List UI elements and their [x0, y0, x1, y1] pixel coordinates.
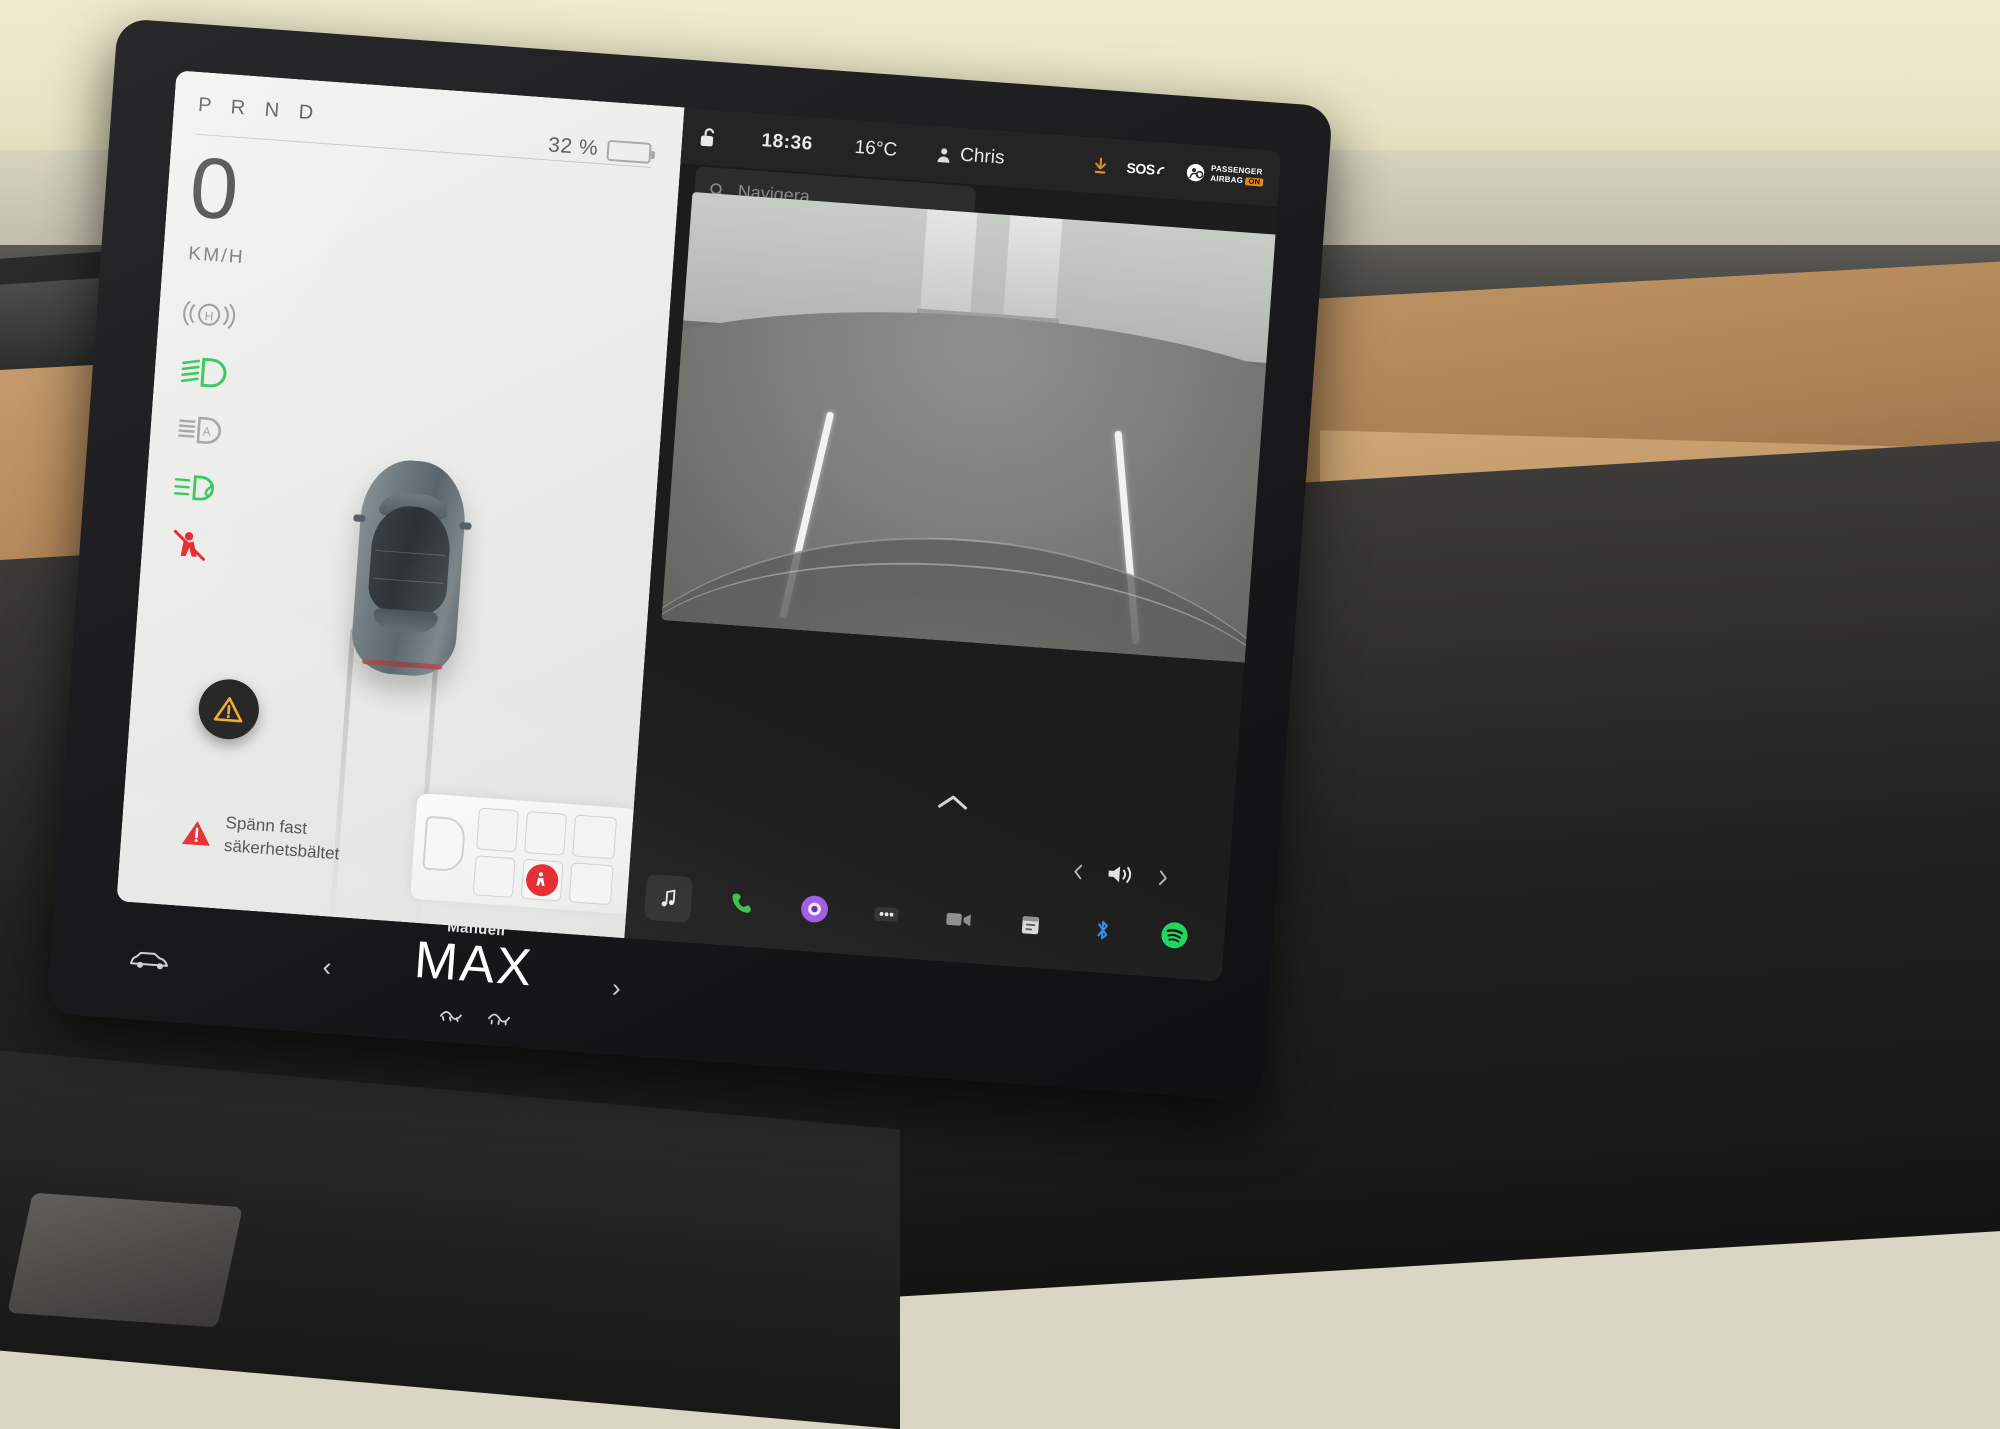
front-camera-view[interactable] — [662, 192, 1282, 664]
speed-unit-label: KM/H — [188, 243, 246, 269]
front-defrost-button[interactable] — [437, 1004, 464, 1024]
airbag-status-badge: ON — [1245, 177, 1263, 186]
volume-speaker-button[interactable] — [1105, 861, 1137, 887]
chevron-left-icon — [1072, 862, 1084, 880]
dock-item-camera-app[interactable] — [792, 887, 837, 932]
passenger-airbag-indicator: PASSENGER AIRBAG ON — [1185, 162, 1264, 188]
rear-defrost-icon — [485, 1007, 512, 1027]
driver-cluster-panel[interactable]: P R N D 32 % 0 KM/H H — [116, 70, 684, 938]
lane-line-left — [329, 628, 356, 927]
rear-defrost-button[interactable] — [485, 1007, 512, 1027]
car-controls-button[interactable] — [128, 947, 176, 972]
music-note-icon — [659, 888, 678, 909]
seat-rear-right[interactable] — [572, 815, 617, 860]
car-taillight — [362, 659, 442, 670]
calendar-icon — [1020, 913, 1042, 936]
chevron-right-icon — [1157, 869, 1169, 887]
dashcam-icon — [944, 908, 974, 932]
main-ui-panel[interactable]: 18:36 16°C Chris — [624, 107, 1281, 981]
steering-wheel-icon — [422, 816, 466, 873]
sos-waves-icon — [1155, 164, 1168, 177]
camera-lens-icon — [798, 893, 830, 925]
seatbelt-warning: Spänn fast säkerhetsbältet — [180, 809, 342, 865]
seat-front-left[interactable] — [476, 808, 519, 853]
car-mirror-left — [353, 514, 366, 522]
dock-item-media-player[interactable] — [644, 874, 693, 923]
dock-item-phone[interactable] — [720, 881, 765, 926]
dock-item-spotify[interactable] — [1152, 913, 1197, 958]
seat-front-right[interactable] — [524, 811, 567, 856]
dock-item-dashcam[interactable] — [936, 897, 981, 942]
volume-prev-button[interactable] — [1072, 862, 1084, 880]
software-download-icon[interactable] — [1092, 156, 1109, 175]
battery-percent-label: 32 % — [547, 133, 599, 161]
person-icon — [934, 145, 952, 163]
alert-indicator-button[interactable] — [197, 677, 261, 741]
warning-triangle-icon — [181, 817, 213, 847]
volume-next-button[interactable] — [1157, 869, 1169, 887]
infotainment-tablet: P R N D 32 % 0 KM/H H — [46, 18, 1333, 1102]
phone-icon — [729, 890, 757, 918]
seat-rear-left-a[interactable] — [473, 855, 516, 898]
low-beam-icon — [176, 353, 234, 391]
infotainment-screen[interactable]: P R N D 32 % 0 KM/H H — [116, 70, 1281, 981]
front-defrost-icon — [437, 1004, 464, 1024]
fan-increase-button[interactable]: › — [611, 972, 622, 1003]
dock-item-bluetooth[interactable] — [1080, 908, 1125, 953]
sos-button[interactable]: SOS — [1126, 160, 1168, 179]
speed-value: 0 — [187, 148, 241, 233]
car-top-view — [349, 457, 468, 679]
battery-icon — [606, 139, 652, 163]
seat-occupancy-panel[interactable] — [410, 793, 634, 914]
svg-text:H: H — [204, 309, 214, 324]
camera-pillar-left — [920, 209, 978, 322]
warning-triangle-icon — [212, 692, 246, 726]
parking-brake-icon: H — [180, 296, 238, 334]
driver-profile-name: Chris — [959, 145, 1005, 170]
expand-panel-button[interactable] — [935, 791, 970, 813]
bluetooth-icon — [1092, 917, 1114, 942]
clock-label[interactable]: 18:36 — [761, 130, 814, 156]
camera-pillar-right — [1003, 215, 1062, 318]
dots-grid-icon — [873, 900, 901, 928]
vehicle-visualization — [281, 415, 545, 771]
chevron-up-icon — [935, 791, 970, 813]
seatbelt-warning-text: Spänn fast säkerhetsbältet — [223, 812, 342, 865]
svg-text:A: A — [202, 424, 211, 439]
airbag-text-block: PASSENGER AIRBAG ON — [1210, 165, 1264, 187]
unlocked-padlock-icon — [698, 125, 719, 149]
dock-item-apps-grid[interactable] — [864, 892, 909, 937]
sos-label: SOS — [1126, 160, 1155, 178]
defrost-controls[interactable] — [437, 1004, 512, 1027]
outside-temperature-label[interactable]: 16°C — [854, 137, 898, 162]
car-rear-window — [373, 608, 439, 635]
fan-decrease-button[interactable]: ‹ — [322, 951, 333, 982]
spotify-icon — [1160, 920, 1190, 950]
seat-rear-right-b[interactable] — [569, 862, 614, 905]
car-side-icon — [128, 947, 176, 972]
telltale-stack: H — [163, 296, 238, 565]
driver-profile-button[interactable]: Chris — [934, 143, 1005, 170]
car-mirror-right — [459, 522, 472, 530]
dock-item-calendar[interactable] — [1008, 902, 1053, 947]
gear-indicator[interactable]: P R N D — [197, 94, 321, 126]
lock-status-button[interactable] — [698, 125, 719, 149]
fog-light-icon — [167, 469, 225, 507]
background-pedal — [7, 1193, 243, 1328]
seatbelt-telltale-icon — [163, 527, 221, 565]
speaker-icon — [1105, 861, 1137, 887]
airbag-icon — [1185, 162, 1206, 183]
airbag-line-2: AIRBAG — [1210, 173, 1243, 184]
auto-high-beam-icon: A — [172, 411, 230, 449]
car-roof — [367, 504, 453, 617]
